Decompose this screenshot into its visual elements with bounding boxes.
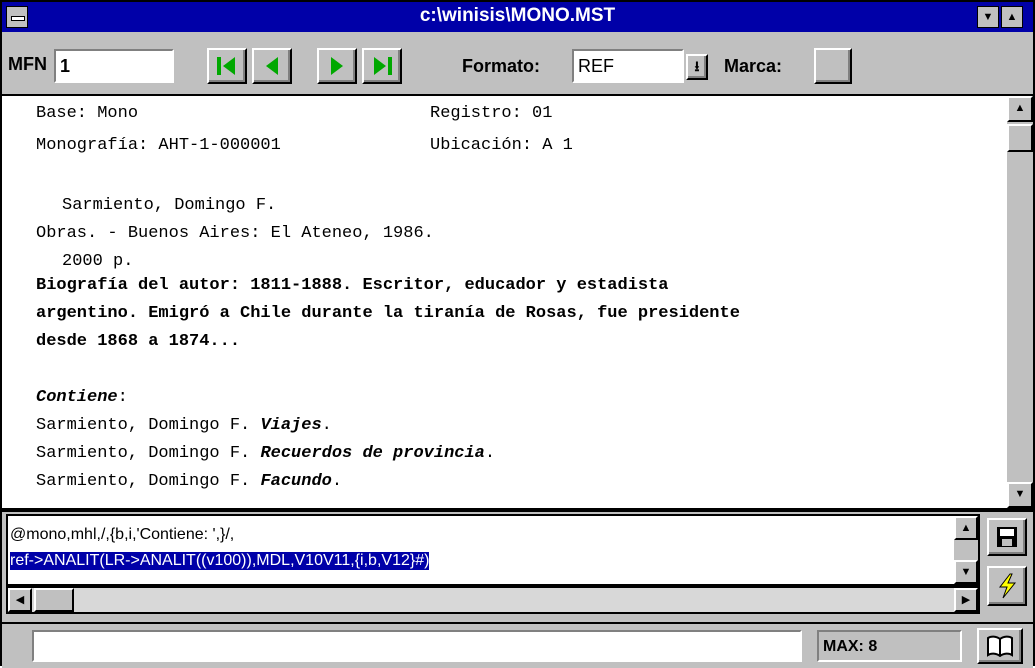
registro-line: Registro: 01 <box>430 104 553 123</box>
contiene-heading: Contiene: <box>36 388 128 407</box>
previous-record-icon <box>266 57 278 75</box>
bio-line-3: desde 1868 a 1874... <box>36 332 241 351</box>
ubicacion-line: Ubicación: A 1 <box>430 136 573 155</box>
formato-select[interactable]: REF <box>572 49 684 83</box>
mfn-label: MFN <box>8 54 47 74</box>
record-scrollbar[interactable]: ▲ ▼ <box>1007 96 1033 508</box>
work-line: Obras. - Buenos Aires: El Ateneo, 1986. <box>36 224 434 243</box>
previous-record-button[interactable] <box>252 48 292 84</box>
scroll-up-button[interactable]: ▲ <box>1007 96 1033 122</box>
open-book-icon <box>987 635 1013 657</box>
first-record-icon <box>217 57 235 75</box>
max-records: MAX: 8 <box>817 630 962 662</box>
record-display: Base: Mono Registro: 01 Monografía: AHT-… <box>2 96 1007 508</box>
execute-button[interactable] <box>987 566 1027 606</box>
next-record-button[interactable] <box>317 48 357 84</box>
first-record-button[interactable] <box>207 48 247 84</box>
lightning-icon <box>998 573 1017 599</box>
formato-dropdown-button[interactable]: ⭳ <box>686 54 708 80</box>
pages-line: 2000 p. <box>62 252 134 271</box>
formato-label: Formato: <box>462 56 540 76</box>
h-scroll-thumb[interactable] <box>34 588 74 612</box>
format-line-2[interactable]: ref->ANALIT(LR->ANALIT((v100)),MDL,V10V1… <box>10 552 430 570</box>
format-scrollbar[interactable]: ▲ ▼ <box>954 516 978 584</box>
marca-label: Marca: <box>724 56 783 76</box>
scroll-right-button[interactable]: ▶ <box>954 588 978 612</box>
list-item: Sarmiento, Domingo F. Facundo. <box>36 472 343 491</box>
open-database-button[interactable] <box>977 628 1023 664</box>
scroll-thumb[interactable] <box>1007 124 1033 152</box>
format-line-1[interactable]: @mono,mhl,/,{b,i,'Contiene: ',}/, <box>10 526 234 544</box>
marca-button[interactable] <box>814 48 852 84</box>
horizontal-scrollbar[interactable]: ◀ ▶ <box>6 586 980 614</box>
save-disk-icon <box>997 527 1017 547</box>
mfn-input[interactable]: 1 <box>54 49 174 83</box>
format-scroll-up[interactable]: ▲ <box>954 516 978 540</box>
list-item: Sarmiento, Domingo F. Recuerdos de provi… <box>36 444 496 463</box>
scroll-left-button[interactable]: ◀ <box>8 588 32 612</box>
base-line: Base: Mono <box>36 104 139 123</box>
author-line: Sarmiento, Domingo F. <box>62 196 277 215</box>
scroll-down-button[interactable]: ▼ <box>1007 482 1033 508</box>
minimize-button[interactable]: ▼ <box>977 6 999 28</box>
save-button[interactable] <box>987 518 1027 556</box>
toolbar: MFN 1 Formato: REF ⭳ Marca: <box>2 32 1033 96</box>
list-item: Sarmiento, Domingo F. Viajes. <box>36 416 332 435</box>
chevron-down-icon: ⭳ <box>694 58 700 74</box>
bio-line-2: argentino. Emigró a Chile durante la tir… <box>36 304 740 323</box>
status-message <box>32 630 802 662</box>
monografia-line: Monografía: AHT-1-000001 <box>36 136 281 155</box>
bio-line-1: Biografía del autor: 1811-1888. Escritor… <box>36 276 669 295</box>
next-record-icon <box>331 57 343 75</box>
format-editor[interactable]: @mono,mhl,/,{b,i,'Contiene: ',}/, ref->A… <box>6 514 980 586</box>
format-scroll-down[interactable]: ▼ <box>954 560 978 584</box>
last-record-button[interactable] <box>362 48 402 84</box>
maximize-button[interactable]: ▲ <box>1001 6 1023 28</box>
status-bar: MAX: 8 <box>2 622 1033 668</box>
app-window: c:\winisis\MONO.MST ▼ ▲ MFN 1 Formato: R… <box>0 0 1035 668</box>
window-title: c:\winisis\MONO.MST <box>419 5 616 26</box>
last-record-icon <box>374 57 392 75</box>
divider <box>2 508 1033 512</box>
title-bar[interactable]: c:\winisis\MONO.MST ▼ ▲ <box>2 2 1033 32</box>
